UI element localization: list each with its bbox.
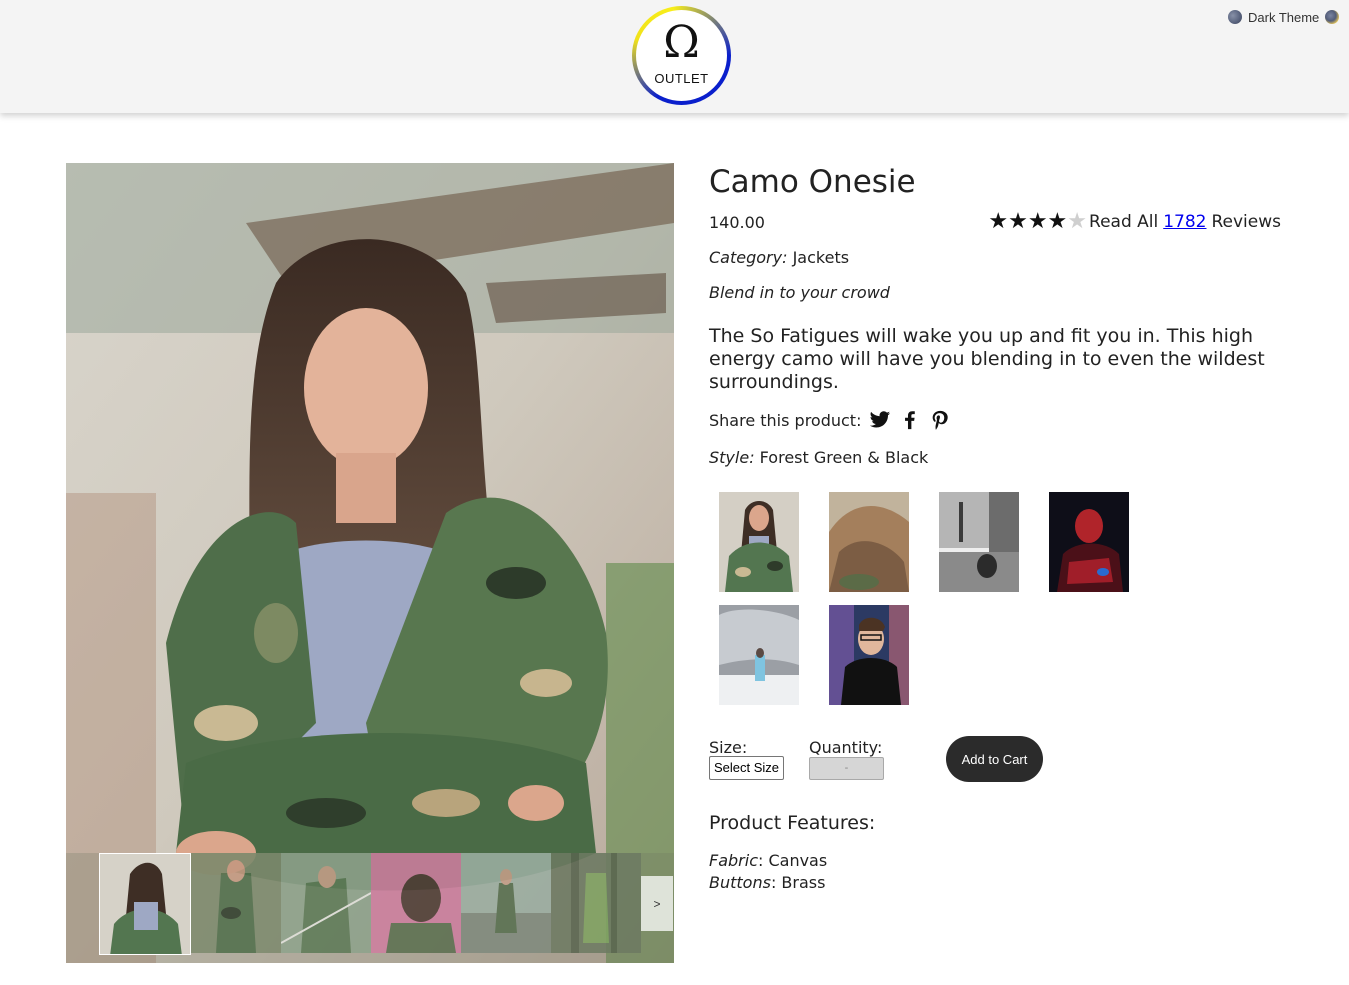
features-heading: Product Features: [709, 812, 876, 834]
star-filled-icon: ★ [1008, 209, 1028, 234]
reviews-suffix: Reviews [1211, 212, 1281, 232]
style-option-thumbnail[interactable] [939, 492, 1019, 592]
style-option-thumbnail[interactable] [1049, 492, 1129, 592]
logo-text: OUTLET [654, 71, 709, 86]
main-product-image [66, 163, 674, 963]
rating-stars: ★ ★ ★ ★ ★ [988, 209, 1088, 234]
star-filled-icon: ★ [1047, 209, 1068, 234]
feature-item: Buttons: Brass [709, 873, 826, 892]
pinterest-icon[interactable] [929, 409, 951, 431]
reviews-prefix: Read All [1089, 212, 1159, 232]
style-option-thumbnail[interactable] [829, 492, 909, 592]
share-section: Share this product: [709, 408, 951, 432]
category-value: Jackets [792, 248, 850, 267]
gallery-thumbnail[interactable] [99, 853, 191, 955]
sun-moon-icon [1325, 10, 1340, 24]
product-category: Category: Jackets [709, 248, 849, 267]
size-select[interactable]: Select Size [709, 756, 784, 780]
feature-value: Brass [781, 873, 826, 892]
gallery-thumbnail[interactable] [281, 853, 371, 953]
feature-value: Canvas [768, 851, 828, 870]
category-label: Category: [709, 248, 788, 267]
product-photo [66, 163, 674, 963]
style-option-thumbnail[interactable] [829, 605, 909, 705]
dark-theme-toggle[interactable]: Dark Theme [1228, 8, 1340, 26]
gallery-thumbnail[interactable] [461, 853, 551, 953]
size-label: Size: [709, 738, 748, 757]
star-filled-icon: ★ [1027, 209, 1048, 234]
logo-inner: Ω OUTLET [636, 10, 727, 101]
style-value: Forest Green & Black [759, 448, 929, 467]
product-slogan: Blend in to your crowd [709, 283, 890, 302]
star-filled-icon: ★ [988, 209, 1009, 234]
feature-item: Fabric: Canvas [709, 851, 828, 870]
style-option-thumbnail[interactable] [719, 605, 799, 705]
style-option-thumbnail[interactable] [719, 492, 799, 592]
moon-icon [1228, 10, 1242, 24]
outlet-logo[interactable]: Ω OUTLET [632, 6, 731, 105]
product-description: The So Fatigues will wake you up and fit… [709, 325, 1265, 393]
style-label: Style: [709, 448, 755, 467]
add-to-cart-button[interactable]: Add to Cart [946, 736, 1043, 782]
feature-name: Fabric [709, 851, 758, 870]
reviews-count-link[interactable]: 1782 [1163, 212, 1206, 232]
gallery-thumbnail[interactable] [191, 853, 281, 953]
facebook-icon[interactable] [899, 409, 921, 431]
logo-omega-icon: Ω [663, 17, 700, 68]
star-empty-icon: ★ [1067, 209, 1088, 234]
theme-toggle-label: Dark Theme [1248, 9, 1320, 25]
product-price: 140.00 [709, 213, 765, 232]
gallery-thumbnail[interactable] [371, 853, 461, 953]
gallery-thumbnail-strip [99, 853, 641, 955]
product-rating: ★ ★ ★ ★ ★ Read All 1782 Reviews [988, 209, 1281, 234]
gallery-next-button[interactable]: > [641, 876, 673, 931]
quantity-label: Quantity: [809, 738, 883, 757]
share-label: Share this product: [709, 410, 862, 430]
twitter-icon[interactable] [869, 409, 891, 431]
quantity-select[interactable]: - [809, 757, 884, 780]
product-title: Camo Onesie [709, 164, 916, 200]
site-header: Ω OUTLET Dark Theme [0, 0, 1349, 113]
feature-name: Buttons [709, 873, 771, 892]
gallery-thumbnail[interactable] [551, 853, 641, 953]
product-style: Style: Forest Green & Black [709, 448, 928, 467]
